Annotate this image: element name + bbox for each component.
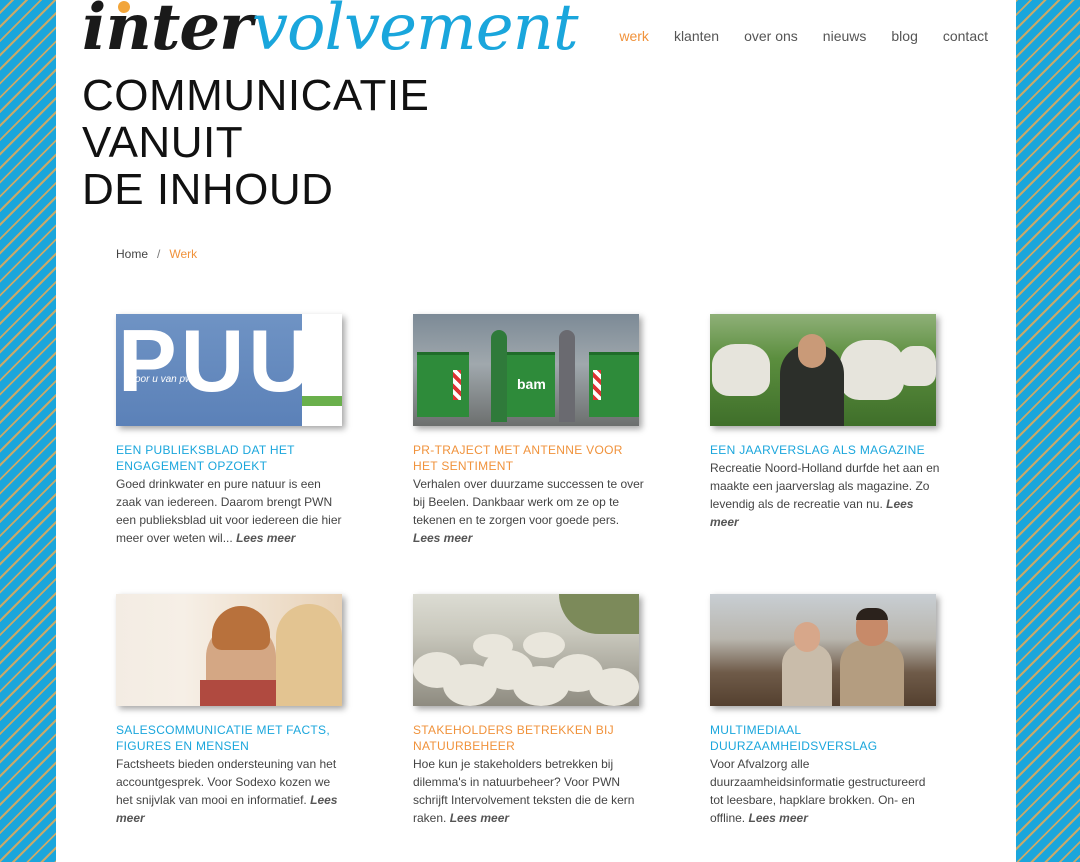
project-card-stakeholders: STAKEHOLDERS BETREKKEN BIJ NATUURBEHEER … <box>413 594 645 827</box>
project-description: Voor Afvalzorg alle duurzaamheidsinforma… <box>710 755 942 827</box>
thumbnail-person <box>559 330 575 422</box>
thumbnail-hazard-stripe <box>453 370 461 400</box>
breadcrumb: Home / Werk <box>116 247 197 261</box>
project-title[interactable]: PR-TRAJECT MET ANTENNE VOOR HET SENTIMEN… <box>413 443 623 473</box>
project-title[interactable]: EEN PUBLIEKSBLAD DAT HET ENGAGEMENT OPZO… <box>116 443 295 473</box>
project-description: Factsheets bieden ondersteuning van het … <box>116 755 348 827</box>
logo-part-inter: inter <box>82 0 253 65</box>
breadcrumb-current: Werk <box>169 247 198 261</box>
thumbnail-clothing <box>200 680 286 706</box>
project-text: Verhalen over duurzame successen te over… <box>413 477 644 527</box>
nav-item-werk[interactable]: werk <box>619 28 649 44</box>
thumbnail-person <box>840 640 904 706</box>
thumbnail-brand-mark: bam <box>513 374 550 394</box>
project-title[interactable]: SALESCOMMUNICATIE MET FACTS, FIGURES EN … <box>116 723 330 753</box>
read-more-link[interactable]: Lees meer <box>236 531 295 545</box>
thumbnail-head <box>798 334 826 368</box>
tagline-line-1: COMMUNICATIE <box>82 71 430 120</box>
nav-item-klanten[interactable]: klanten <box>674 28 719 44</box>
thumbnail-person <box>782 644 832 706</box>
project-description: Recreatie Noord-Holland durfde het aan e… <box>710 459 942 531</box>
thumbnail-cow <box>712 344 770 396</box>
thumbnail-green-bar <box>302 396 342 406</box>
site-logo[interactable]: intervolvement <box>82 0 579 68</box>
logo-part-volvement: volvement <box>251 0 579 65</box>
read-more-link[interactable]: Lees meer <box>748 811 807 825</box>
thumbnail-sheep <box>523 632 565 658</box>
main-nav: werk klanten over ons nieuws blog contac… <box>619 28 988 44</box>
project-card-jaarverslag: EEN JAARVERSLAG ALS MAGAZINE Recreatie N… <box>710 314 942 531</box>
project-thumbnail[interactable] <box>413 594 639 706</box>
thumbnail-person <box>276 604 342 706</box>
project-card-pr-traject: bam PR-TRAJECT MET ANTENNE VOOR HET SENT… <box>413 314 645 547</box>
project-text: Hoe kun je stakeholders betrekken bij di… <box>413 757 635 825</box>
project-description: Goed drinkwater en pure natuur is een za… <box>116 475 348 547</box>
thumbnail-sheep <box>589 668 639 706</box>
thumbnail-head <box>856 608 888 646</box>
nav-item-blog[interactable]: blog <box>891 28 917 44</box>
read-more-link[interactable]: Lees meer <box>413 531 472 545</box>
breadcrumb-separator: / <box>157 247 161 261</box>
thumbnail-strip <box>302 314 342 426</box>
project-card-duurzaamheidsverslag: MULTIMEDIAAL DUURZAAMHEIDSVERSLAG Voor A… <box>710 594 942 827</box>
thumbnail-cow <box>898 346 936 386</box>
nav-item-nieuws[interactable]: nieuws <box>823 28 867 44</box>
project-card-salescommunicatie: SALESCOMMUNICATIE MET FACTS, FIGURES EN … <box>116 594 348 827</box>
thumbnail-hazard-stripe <box>593 370 601 400</box>
project-description: Hoe kun je stakeholders betrekken bij di… <box>413 755 645 827</box>
breadcrumb-home[interactable]: Home <box>116 247 148 261</box>
project-text: Factsheets bieden ondersteuning van het … <box>116 757 337 807</box>
thumbnail-sheep <box>473 634 513 658</box>
project-thumbnail[interactable]: bam <box>413 314 639 426</box>
thumbnail-cow <box>840 340 904 400</box>
logo-dot <box>118 1 130 13</box>
project-card-publieksblad: PUUR voor u van pwn EEN PUBLIEKSBLAD DAT… <box>116 314 348 547</box>
project-title[interactable]: STAKEHOLDERS BETREKKEN BIJ NATUURBEHEER <box>413 723 614 753</box>
project-text: Voor Afvalzorg alle duurzaamheidsinforma… <box>710 757 926 825</box>
nav-item-contact[interactable]: contact <box>943 28 988 44</box>
tagline-line-3: DE INHOUD <box>82 165 334 214</box>
thumbnail-subtext: voor u van pwn <box>130 374 198 385</box>
page-container: intervolvement werk klanten over ons nie… <box>56 0 1016 862</box>
project-thumbnail[interactable] <box>710 314 936 426</box>
tagline-line-2: VANUIT <box>82 118 244 167</box>
page-tagline: COMMUNICATIE VANUIT DE INHOUD <box>82 72 429 213</box>
project-title[interactable]: EEN JAARVERSLAG ALS MAGAZINE <box>710 443 925 457</box>
project-thumbnail[interactable]: PUUR voor u van pwn <box>116 314 342 426</box>
nav-item-over-ons[interactable]: over ons <box>744 28 798 44</box>
project-title[interactable]: MULTIMEDIAAL DUURZAAMHEIDSVERSLAG <box>710 723 877 753</box>
thumbnail-hair <box>212 606 270 650</box>
project-thumbnail[interactable] <box>116 594 342 706</box>
project-text: Goed drinkwater en pure natuur is een za… <box>116 477 342 545</box>
thumbnail-container <box>417 352 469 417</box>
read-more-link[interactable]: Lees meer <box>450 811 509 825</box>
project-description: Verhalen over duurzame successen te over… <box>413 475 645 547</box>
thumbnail-tree <box>559 594 639 634</box>
thumbnail-head <box>794 622 820 652</box>
thumbnail-person <box>491 330 507 422</box>
project-thumbnail[interactable] <box>710 594 936 706</box>
